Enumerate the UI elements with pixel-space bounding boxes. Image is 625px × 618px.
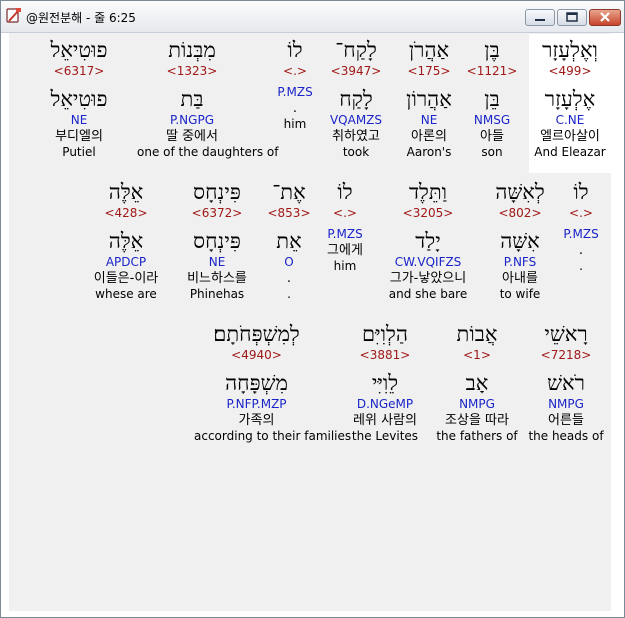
word-cell[interactable]: לְמִשְׁפְּחֹתָם׃ <4940> מִשְׁפָּחָה P.NF… bbox=[194, 320, 352, 444]
morph-code: D.NGeMP bbox=[356, 397, 414, 411]
word-cell[interactable]: אֵלֶּה <428> אֵלֶּה APDCP 이들은-이라 whese a… bbox=[71, 178, 181, 302]
hebrew-word: אֵלֶּה bbox=[108, 180, 144, 204]
maximize-button[interactable] bbox=[557, 9, 587, 26]
english-gloss: him bbox=[283, 117, 307, 131]
hebrew-word: לוֹ bbox=[287, 38, 303, 62]
strong-number: <4940> bbox=[231, 348, 282, 362]
strong-number: <428> bbox=[104, 206, 148, 220]
english-gloss: whese are bbox=[95, 287, 157, 301]
lemma-word: בַּת bbox=[180, 87, 204, 111]
hebrew-word: מִבְּנוֹת bbox=[168, 38, 216, 62]
korean-gloss: . bbox=[292, 101, 298, 116]
word-cell[interactable]: פוּטִיאֵל <6317> פוּטִיאֵל NE 부디엘의 Putie… bbox=[24, 36, 134, 160]
analysis-panel[interactable]: וְאֶלְעָזָר <499> אֶלְעָזָר C.NE 엘르아살이 A… bbox=[9, 33, 611, 611]
strong-number: <3881> bbox=[359, 348, 411, 362]
close-button[interactable] bbox=[589, 9, 621, 26]
lemma-word: פוּטִיאֵל bbox=[50, 87, 108, 111]
korean-gloss: 이들은-이라 bbox=[93, 271, 159, 286]
korean-gloss: 레위 사람의 bbox=[353, 413, 417, 428]
hebrew-word: פוּטִיאֵל bbox=[50, 38, 108, 62]
morph-code: P.NGPG bbox=[170, 113, 214, 127]
morph-code: APDCP bbox=[105, 255, 147, 269]
strong-number: <.> bbox=[283, 64, 307, 78]
bible-app-icon[interactable] bbox=[6, 7, 22, 23]
english-gloss: took bbox=[342, 145, 370, 159]
strong-number: <6317> bbox=[53, 64, 105, 78]
korean-gloss: 부디엘의 bbox=[55, 129, 103, 144]
korean-gloss: 가족의 bbox=[238, 413, 275, 428]
english-gloss: Putiel bbox=[62, 145, 96, 159]
word-cell[interactable]: הַלְוִיִּם <3881> לֵוִיִּי D.NGeMP 레위 사람… bbox=[330, 320, 440, 444]
lemma-word: לֵוִיִּי bbox=[371, 371, 399, 395]
english-gloss: one of the daughters of bbox=[137, 145, 279, 159]
app-window: @원전분해 - 줄 6:25 וְאֶלְעָזָר <499> אֶלְעָז… bbox=[0, 0, 625, 618]
strong-number: <1323> bbox=[166, 64, 218, 78]
korean-gloss: 딸 중에서 bbox=[166, 129, 218, 144]
morph-code: P.NFP.MZP bbox=[226, 397, 287, 411]
morph-code: NE bbox=[70, 113, 88, 127]
lemma-word: מִשְׁפָּחָה bbox=[225, 371, 288, 395]
title-bar[interactable]: @원전분해 - 줄 6:25 bbox=[1, 1, 624, 33]
word-cell[interactable]: מִבְּנוֹת <1323> בַּת P.NGPG 딸 중에서 one o… bbox=[137, 36, 279, 160]
english-gloss: and she bare bbox=[388, 287, 468, 301]
lemma-word: אֵלֶּה bbox=[108, 229, 144, 253]
window-title: @원전분해 - 줄 6:25 bbox=[26, 11, 136, 25]
english-gloss: according to their families bbox=[194, 429, 352, 443]
hebrew-word: לְמִשְׁפְּחֹתָם׃ bbox=[213, 322, 300, 346]
hebrew-word: הַלְוִיִּם bbox=[362, 322, 408, 346]
word-cell[interactable]: לוֹ <.> P.MZS . him bbox=[240, 36, 350, 132]
minimize-button[interactable] bbox=[525, 9, 555, 26]
morph-code: P.MZS bbox=[277, 85, 313, 99]
